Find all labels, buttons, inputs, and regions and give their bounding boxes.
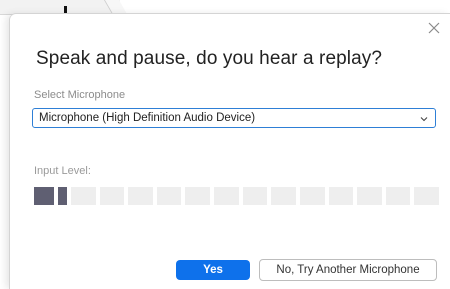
meter-segment xyxy=(214,187,239,205)
meter-segment xyxy=(242,187,268,205)
test-speaker-dialog: Speak and pause, do you hear a replay? S… xyxy=(10,14,450,289)
meter-segment xyxy=(58,187,67,205)
meter-segment xyxy=(185,187,211,205)
dialog-title: Speak and pause, do you hear a replay? xyxy=(36,48,383,69)
meter-segment xyxy=(34,187,54,205)
chevron-down-icon xyxy=(420,117,428,122)
meter-segment xyxy=(385,187,411,205)
meter-segment xyxy=(99,187,125,205)
meter-segment xyxy=(271,187,296,205)
meter-segment xyxy=(328,187,354,205)
yes-button[interactable]: Yes xyxy=(176,260,250,280)
microphone-select[interactable]: Microphone (High Definition Audio Device… xyxy=(32,108,436,128)
meter-segment xyxy=(299,187,325,205)
meter-segment xyxy=(71,187,96,205)
meter-segment xyxy=(357,187,382,205)
meter-segment xyxy=(128,187,153,205)
input-level-meter xyxy=(34,187,439,205)
screen: Speak and pause, do you hear a replay? S… xyxy=(0,0,450,289)
meter-segment xyxy=(156,187,182,205)
background-window xyxy=(0,0,120,16)
microphone-select-value: Microphone (High Definition Audio Device… xyxy=(39,112,256,124)
meter-segment xyxy=(414,187,439,205)
close-icon-glyph xyxy=(428,22,440,34)
close-icon[interactable] xyxy=(428,22,444,38)
input-level-label: Input Level: xyxy=(34,165,91,177)
select-microphone-label: Select Microphone xyxy=(34,89,126,101)
try-another-microphone-button[interactable]: No, Try Another Microphone xyxy=(259,259,437,281)
